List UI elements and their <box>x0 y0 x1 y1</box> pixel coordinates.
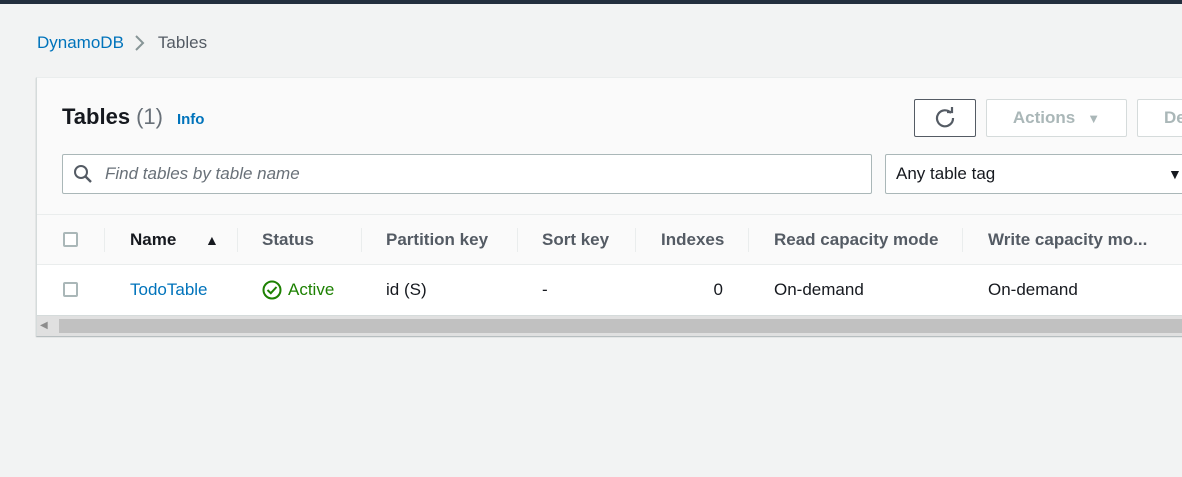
table-count: (1) <box>136 104 163 129</box>
page-title: Tables (1) Info <box>62 104 204 130</box>
sort-ascending-icon[interactable]: ▲ <box>205 215 219 264</box>
info-link[interactable]: Info <box>177 111 205 128</box>
refresh-icon <box>935 107 955 128</box>
breadcrumb-dynamodb-link[interactable]: DynamoDB <box>37 33 124 53</box>
chevron-right-icon <box>124 32 158 54</box>
breadcrumb-current: Tables <box>157 33 208 52</box>
status-badge: Active <box>262 265 334 315</box>
column-header-indexes[interactable]: Indexes <box>661 215 724 264</box>
select-all-checkbox[interactable] <box>63 232 78 247</box>
tables-panel: Tables (1) Info Actions ▼ De Any table t <box>36 77 1182 336</box>
column-header-read-capacity-mode[interactable]: Read capacity mode <box>774 215 938 264</box>
search-box <box>62 154 872 194</box>
table-row: TodoTable Active id (S) - 0 On-demand On… <box>37 265 1182 315</box>
column-header-write-capacity-mode[interactable]: Write capacity mo... <box>988 215 1147 264</box>
partition-key-cell: id (S) <box>386 280 427 299</box>
read-capacity-mode-cell: On-demand <box>774 280 864 299</box>
breadcrumb: DynamoDB Tables <box>37 32 207 54</box>
sort-key-cell: - <box>542 280 548 299</box>
column-divider <box>962 228 963 252</box>
actions-button[interactable]: Actions ▼ <box>986 99 1127 137</box>
check-circle-icon <box>262 280 282 300</box>
write-capacity-mode-cell: On-demand <box>988 280 1078 299</box>
search-icon <box>74 165 92 183</box>
column-header-name-label: Name <box>130 229 177 249</box>
table-tag-selected: Any table tag <box>896 164 996 183</box>
table-header-row: Name ▲ Status Partition key Sort key Ind… <box>37 215 1182 265</box>
indexes-cell: 0 <box>713 280 723 299</box>
column-divider <box>361 228 362 252</box>
actions-label: Actions <box>1012 108 1076 127</box>
row-checkbox[interactable] <box>63 282 78 297</box>
column-header-status[interactable]: Status <box>262 215 314 264</box>
column-divider <box>635 228 636 252</box>
status-text: Active <box>288 280 335 299</box>
table-name-link[interactable]: TodoTable <box>130 265 208 315</box>
caret-down-icon: ▼ <box>1087 110 1101 126</box>
refresh-button[interactable] <box>914 99 976 137</box>
delete-label: De <box>1164 108 1182 127</box>
delete-button[interactable]: De <box>1137 99 1182 137</box>
title-text: Tables <box>62 104 131 129</box>
search-input[interactable] <box>103 163 867 185</box>
column-divider <box>517 228 518 252</box>
column-header-sort-key[interactable]: Sort key <box>542 215 609 264</box>
top-navigation-bar <box>0 0 1182 4</box>
scrollbar-thumb[interactable] <box>59 319 1182 333</box>
column-header-name[interactable]: Name <box>130 215 176 264</box>
tables-panel-header: Tables (1) Info Actions ▼ De Any table t <box>37 78 1182 215</box>
caret-down-icon: ▼ <box>1168 166 1182 182</box>
column-divider <box>237 228 238 252</box>
column-divider <box>104 228 105 252</box>
horizontal-scrollbar[interactable]: ◀ <box>37 315 1182 336</box>
column-divider <box>748 228 749 252</box>
table-tag-select[interactable]: Any table tag ▼ <box>885 154 1182 194</box>
scroll-left-arrow-icon[interactable]: ◀ <box>40 320 48 331</box>
column-header-partition-key[interactable]: Partition key <box>386 215 488 264</box>
